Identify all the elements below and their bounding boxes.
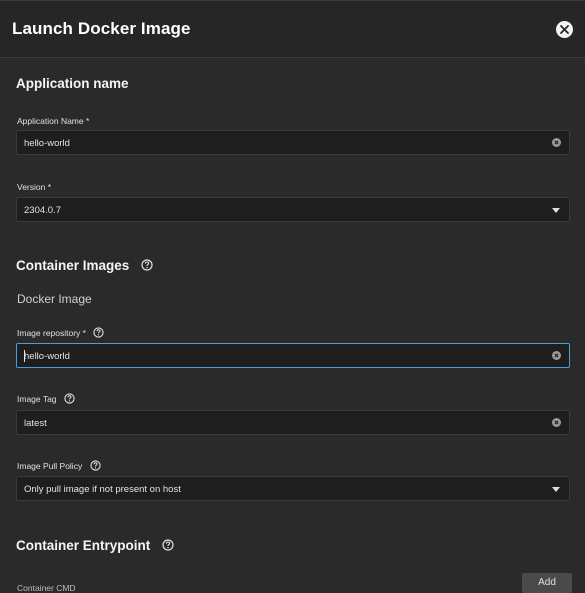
image-repository-label: Image repository * [17, 328, 86, 338]
caret-down-icon [552, 208, 560, 213]
top-divider [0, 0, 585, 1]
clear-icon[interactable] [552, 138, 561, 147]
help-icon[interactable] [141, 259, 153, 272]
image-pull-policy-label: Image Pull Policy [17, 461, 83, 471]
application-name-input[interactable]: hello-world [16, 130, 570, 155]
version-select[interactable]: 2304.0.7 [16, 197, 570, 222]
image-tag-value: latest [24, 418, 47, 429]
version-value: 2304.0.7 [24, 205, 61, 216]
container-entrypoint-title-text: Container Entrypoint [16, 538, 151, 553]
image-tag-label: Image Tag [17, 394, 57, 404]
text-cursor [24, 350, 25, 362]
image-repository-value: hello-world [24, 351, 70, 362]
close-button[interactable] [556, 21, 573, 38]
add-command-button[interactable]: Add [522, 573, 572, 593]
section-title-container-entrypoint: Container Entrypoint [16, 538, 174, 553]
section-title-application-name: Application name [16, 76, 129, 91]
application-name-value: hello-world [24, 138, 70, 149]
version-label: Version * [17, 182, 52, 192]
close-icon [560, 25, 569, 34]
image-pull-policy-label-row: Image Pull Policy [17, 460, 101, 471]
docker-image-subtitle: Docker Image [17, 292, 92, 306]
image-repository-label-row: Image repository * [17, 327, 104, 338]
clear-icon[interactable] [552, 418, 561, 427]
dialog-content: Application name Application Name * hell… [0, 58, 585, 593]
help-icon[interactable] [93, 327, 104, 338]
image-repository-input[interactable]: hello-world [16, 343, 570, 368]
image-tag-label-row: Image Tag [17, 393, 75, 404]
help-icon[interactable] [162, 539, 174, 552]
dialog-title: Launch Docker Image [12, 19, 191, 38]
image-tag-input[interactable]: latest [16, 410, 570, 435]
help-icon[interactable] [89, 460, 101, 471]
application-name-label: Application Name * [17, 116, 90, 126]
caret-down-icon [552, 487, 560, 492]
help-icon[interactable] [64, 393, 75, 404]
clear-icon[interactable] [552, 351, 561, 360]
container-images-title-text: Container Images [16, 258, 130, 273]
section-title-container-images: Container Images [16, 258, 153, 273]
image-pull-policy-value: Only pull image if not present on host [24, 484, 181, 495]
dialog-header: Launch Docker Image [0, 0, 585, 58]
image-pull-policy-select[interactable]: Only pull image if not present on host [16, 476, 570, 501]
